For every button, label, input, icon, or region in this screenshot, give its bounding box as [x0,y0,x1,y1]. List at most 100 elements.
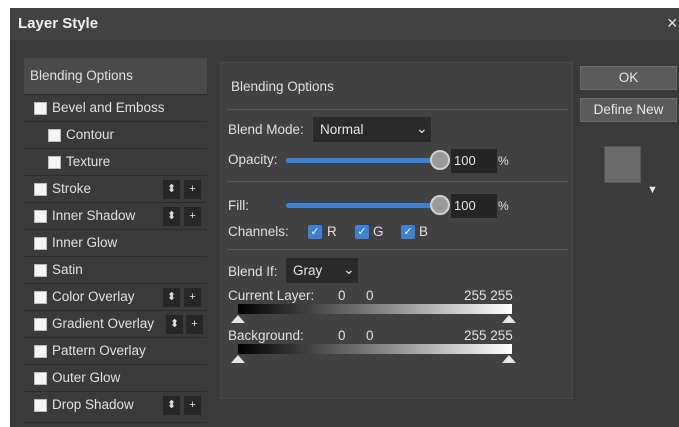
divider [227,109,568,110]
checkbox[interactable] [34,399,47,412]
checkbox[interactable] [34,318,47,331]
blending-options-panel: Blending Options Blend Mode: Normal ⌄ Op… [220,62,573,399]
list-item-label: Inner Shadow [52,208,136,223]
title-bar: Layer Style × [10,8,679,40]
percent-label: % [498,154,509,168]
reorder-icon[interactable]: ⬍ [166,315,183,334]
channel-b-checkbox[interactable]: ✓ [401,225,415,239]
list-item-label: Stroke [52,181,92,196]
define-new-button[interactable]: Define New [580,98,677,122]
add-icon[interactable]: + [184,180,201,199]
channel-r-label: R [327,224,337,239]
background-low-1: 0 [338,328,346,343]
list-item-satin[interactable]: Satin [24,257,207,284]
list-item-label: Blending Options [30,68,133,83]
background-low-2: 0 [366,328,374,343]
list-item-label: Satin [52,262,83,277]
blend-if-select[interactable]: Gray ⌄ [286,258,358,283]
list-item-blending-options[interactable]: Blending Options [24,58,207,95]
opacity-input[interactable]: 100 [451,149,497,173]
background-gradient-bar [238,344,512,354]
channel-r-checkbox[interactable]: ✓ [308,225,322,239]
list-item-gradient-overlay[interactable]: Gradient Overlay ⬍ + [24,311,207,338]
checkbox[interactable] [34,264,47,277]
list-item-label: Drop Shadow [52,397,134,412]
ok-button[interactable]: OK [580,66,677,90]
blend-if-label: Blend If: [228,264,278,279]
opacity-slider[interactable] [286,158,442,163]
add-icon[interactable]: + [184,288,201,307]
blend-mode-select[interactable]: Normal ⌄ [313,117,431,142]
list-item-label: Inner Glow [52,235,118,250]
list-item-label: Bevel and Emboss [52,100,165,115]
list-item-drop-shadow[interactable]: Drop Shadow ⬍ + [24,392,207,423]
fill-input[interactable]: 100 [451,194,497,218]
fill-label: Fill: [228,198,249,213]
current-layer-label: Current Layer: [228,288,315,303]
fill-slider[interactable] [286,203,442,208]
current-layer-high: 255 255 [464,288,513,303]
list-item-label: Color Overlay [52,289,135,304]
dialog-body: Blending Options Bevel and Emboss Contou… [10,40,679,427]
percent-label: % [498,199,509,213]
list-item-outer-glow[interactable]: Outer Glow [24,365,207,392]
list-item-label: Pattern Overlay [52,343,146,358]
checkbox[interactable] [34,237,47,250]
list-item-label: Gradient Overlay [52,316,155,331]
add-icon[interactable]: + [186,315,203,334]
list-item-contour[interactable]: Contour [24,122,207,149]
chevron-down-icon: ⌄ [343,261,355,277]
checkbox[interactable] [34,102,47,115]
reorder-icon[interactable]: ⬍ [163,180,180,199]
current-layer-gradient-bar [238,304,512,314]
background-black-slider-handle[interactable] [231,355,245,363]
checkbox[interactable] [34,183,47,196]
checkbox[interactable] [34,372,47,385]
list-item-bevel-and-emboss[interactable]: Bevel and Emboss [24,95,207,122]
background-white-slider-handle[interactable] [502,355,516,363]
list-item-color-overlay[interactable]: Color Overlay ⬍ + [24,284,207,311]
style-preview-swatch [604,146,641,183]
list-item-texture[interactable]: Texture [24,149,207,176]
current-layer-low-1: 0 [338,288,346,303]
blend-mode-label: Blend Mode: [228,122,304,137]
list-item-inner-glow[interactable]: Inner Glow [24,230,207,257]
dialog-title: Layer Style [18,15,99,32]
reorder-icon[interactable]: ⬍ [163,207,180,226]
background-label: Background: [228,328,304,343]
divider [227,249,568,250]
opacity-label: Opacity: [228,152,278,167]
checkbox[interactable] [48,129,61,142]
checkbox[interactable] [48,156,61,169]
list-item-pattern-overlay[interactable]: Pattern Overlay [24,338,207,365]
channel-b-label: B [419,224,429,239]
reorder-icon[interactable]: ⬍ [163,396,180,415]
checkbox[interactable] [34,345,47,358]
opacity-slider-knob[interactable] [430,150,450,170]
preview-menu-icon[interactable]: ▼ [647,184,658,196]
channel-g-label: G [373,224,384,239]
list-item-label: Texture [66,154,111,169]
close-icon[interactable]: × [667,13,678,34]
panel-title: Blending Options [231,79,334,94]
current-layer-black-slider-handle[interactable] [231,315,245,323]
background-high: 255 255 [464,328,513,343]
blend-mode-value: Normal [320,122,364,137]
current-layer-white-slider-handle[interactable] [502,315,516,323]
layer-style-dialog: Layer Style × Blending Options Bevel and… [10,8,679,427]
add-icon[interactable]: + [184,396,201,415]
checkbox[interactable] [34,291,47,304]
blend-if-value: Gray [293,263,323,278]
list-item-label: Contour [66,127,115,142]
fill-slider-knob[interactable] [430,195,450,215]
add-icon[interactable]: + [184,207,201,226]
chevron-down-icon: ⌄ [416,120,428,136]
list-item-inner-shadow[interactable]: Inner Shadow ⬍ + [24,203,207,230]
checkbox[interactable] [34,210,47,223]
channels-label: Channels: [228,224,289,239]
divider [227,181,568,182]
current-layer-low-2: 0 [366,288,374,303]
channel-g-checkbox[interactable]: ✓ [355,225,369,239]
list-item-stroke[interactable]: Stroke ⬍ + [24,176,207,203]
reorder-icon[interactable]: ⬍ [163,288,180,307]
